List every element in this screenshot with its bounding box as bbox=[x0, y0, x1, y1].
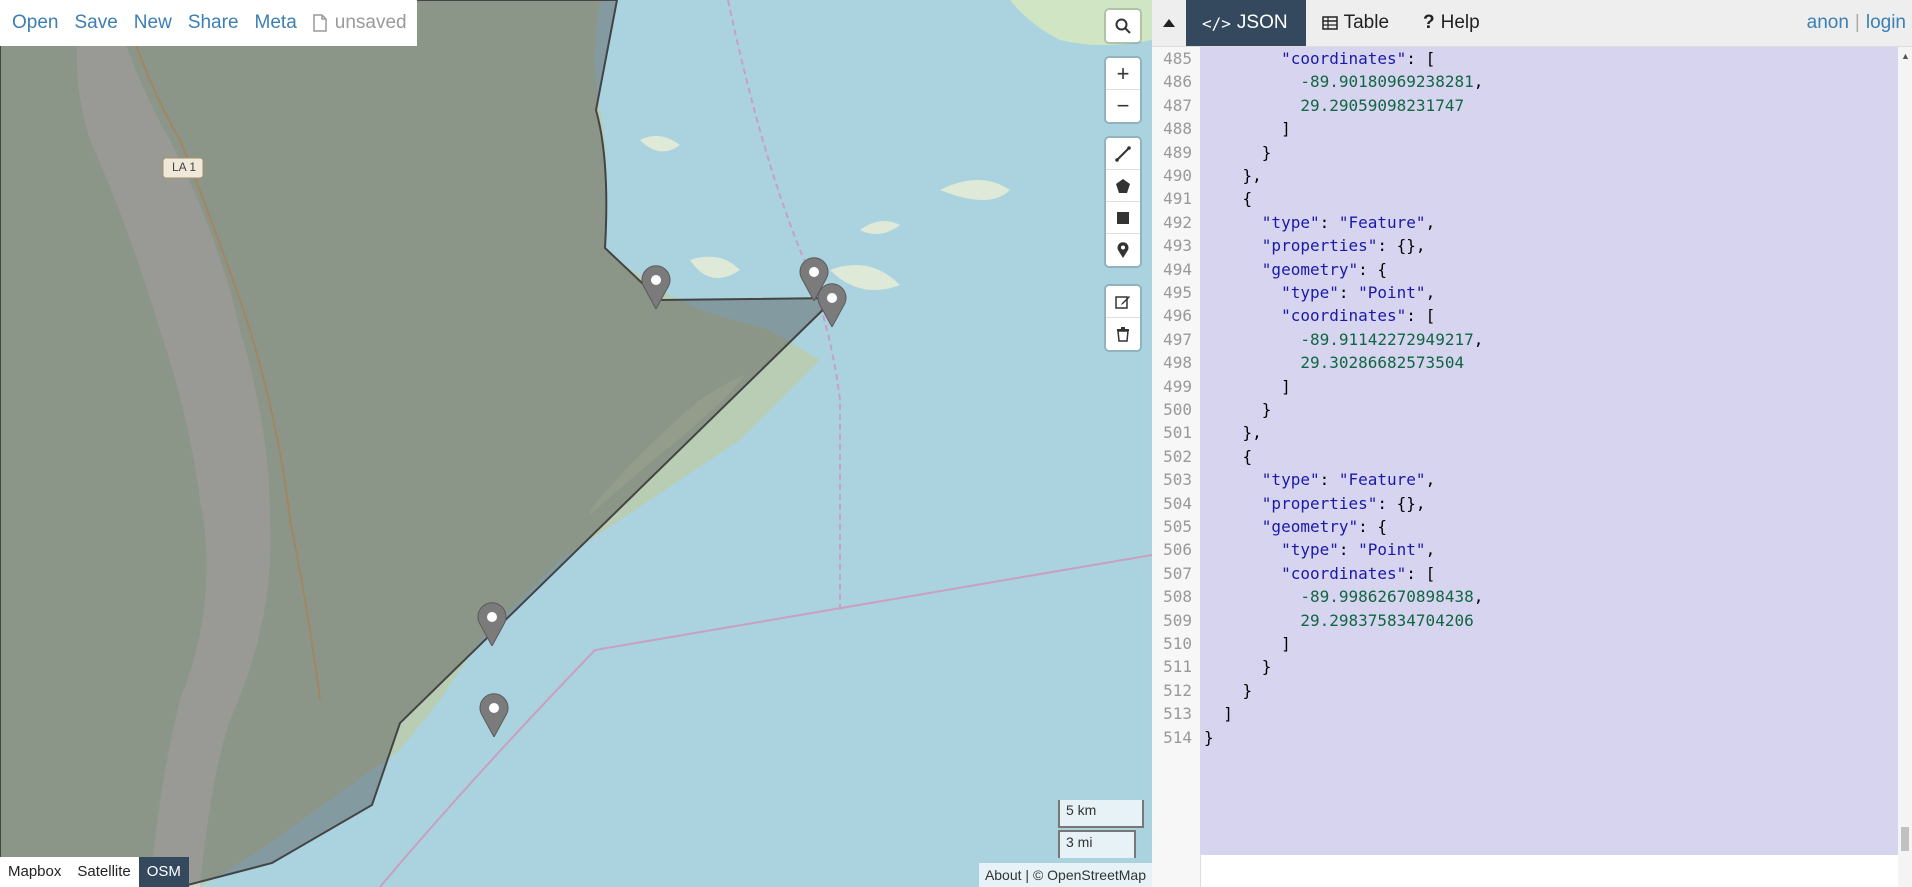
help-icon: ? bbox=[1423, 12, 1435, 33]
draw-polygon-button[interactable] bbox=[1106, 170, 1140, 202]
zoom-control: + − bbox=[1106, 58, 1140, 122]
table-icon bbox=[1321, 16, 1338, 30]
share-menu[interactable]: Share bbox=[180, 12, 247, 34]
caret-up-icon bbox=[1163, 19, 1175, 27]
draw-rectangle-button[interactable] bbox=[1106, 202, 1140, 234]
draw-marker-button[interactable] bbox=[1106, 234, 1140, 266]
layer-osm[interactable]: OSM bbox=[138, 857, 189, 887]
draw-toolbar bbox=[1106, 138, 1140, 266]
save-status-text: unsaved bbox=[334, 12, 407, 33]
file-menu-bar: Open Save New Share Meta unsaved bbox=[0, 0, 417, 46]
trash-icon bbox=[1117, 327, 1129, 342]
line-text: } bbox=[1204, 727, 1214, 747]
tab-help-label: Help bbox=[1440, 12, 1480, 33]
scale-km: 5 km bbox=[1058, 800, 1144, 828]
osm-link[interactable]: OpenStreetMap bbox=[1047, 867, 1146, 883]
code-line[interactable]: 514} bbox=[1152, 724, 1898, 752]
map-attribution: About | © OpenStreetMap bbox=[978, 863, 1152, 887]
edit-toolbar bbox=[1106, 286, 1140, 350]
map-marker[interactable] bbox=[640, 265, 672, 309]
line-number: 514 bbox=[1163, 727, 1192, 747]
edit-icon bbox=[1115, 295, 1130, 309]
auth-links: anon | login bbox=[1807, 0, 1906, 46]
code-icon: </> bbox=[1202, 13, 1231, 33]
login-link[interactable]: login bbox=[1866, 12, 1906, 34]
search-control bbox=[1106, 10, 1140, 42]
about-link[interactable]: About bbox=[985, 867, 1022, 883]
panel-tabs: </> JSON Table ? Help anon | login bbox=[1152, 0, 1912, 47]
layer-switcher: Mapbox Satellite OSM bbox=[0, 857, 189, 887]
anon-link[interactable]: anon bbox=[1807, 12, 1849, 34]
tab-table[interactable]: Table bbox=[1306, 0, 1407, 46]
save-status: unsaved bbox=[305, 12, 407, 34]
search-button[interactable] bbox=[1106, 10, 1140, 42]
delete-layers-button[interactable] bbox=[1106, 318, 1140, 350]
layer-mapbox[interactable]: Mapbox bbox=[0, 857, 69, 887]
draw-line-button[interactable] bbox=[1106, 138, 1140, 170]
tab-help[interactable]: ? Help bbox=[1407, 0, 1498, 46]
side-panel: </> JSON Table ? Help anon | login 485 "… bbox=[1152, 0, 1912, 887]
editor-scrollbar[interactable]: ▲ bbox=[1898, 47, 1912, 887]
open-menu[interactable]: Open bbox=[4, 12, 66, 34]
file-icon bbox=[313, 14, 327, 32]
rectangle-icon bbox=[1117, 211, 1129, 224]
map-marker[interactable] bbox=[476, 602, 508, 646]
meta-menu[interactable]: Meta bbox=[247, 12, 305, 34]
tab-json-label: JSON bbox=[1236, 12, 1288, 33]
attribution-separator: | © bbox=[1021, 867, 1048, 883]
map-marker[interactable] bbox=[816, 283, 848, 327]
tab-json[interactable]: </> JSON bbox=[1186, 0, 1306, 46]
zoom-in-button[interactable]: + bbox=[1106, 58, 1140, 90]
collapse-panel-button[interactable] bbox=[1152, 0, 1186, 46]
new-menu[interactable]: New bbox=[126, 12, 180, 34]
save-menu[interactable]: Save bbox=[66, 12, 125, 34]
search-icon bbox=[1115, 18, 1131, 34]
map-view[interactable]: LA 1 Open Save New Share Meta unsaved + … bbox=[0, 0, 1152, 887]
map-tiles bbox=[0, 0, 1152, 887]
road-label: LA 1 bbox=[172, 160, 197, 174]
scroll-up-arrow[interactable]: ▲ bbox=[1901, 51, 1910, 61]
scrollbar-thumb[interactable] bbox=[1901, 827, 1909, 851]
scale-mi: 3 mi bbox=[1058, 830, 1136, 858]
map-marker[interactable] bbox=[478, 693, 510, 737]
auth-separator: | bbox=[1854, 12, 1860, 33]
tab-table-label: Table bbox=[1343, 12, 1390, 33]
edit-layers-button[interactable] bbox=[1106, 286, 1140, 318]
line-icon bbox=[1115, 145, 1131, 162]
layer-satellite[interactable]: Satellite bbox=[69, 857, 138, 887]
json-editor[interactable]: 485 "coordinates": [486 -89.901809692382… bbox=[1152, 47, 1898, 887]
zoom-out-button[interactable]: − bbox=[1106, 90, 1140, 122]
polygon-icon bbox=[1116, 178, 1130, 193]
marker-icon bbox=[1117, 242, 1129, 258]
